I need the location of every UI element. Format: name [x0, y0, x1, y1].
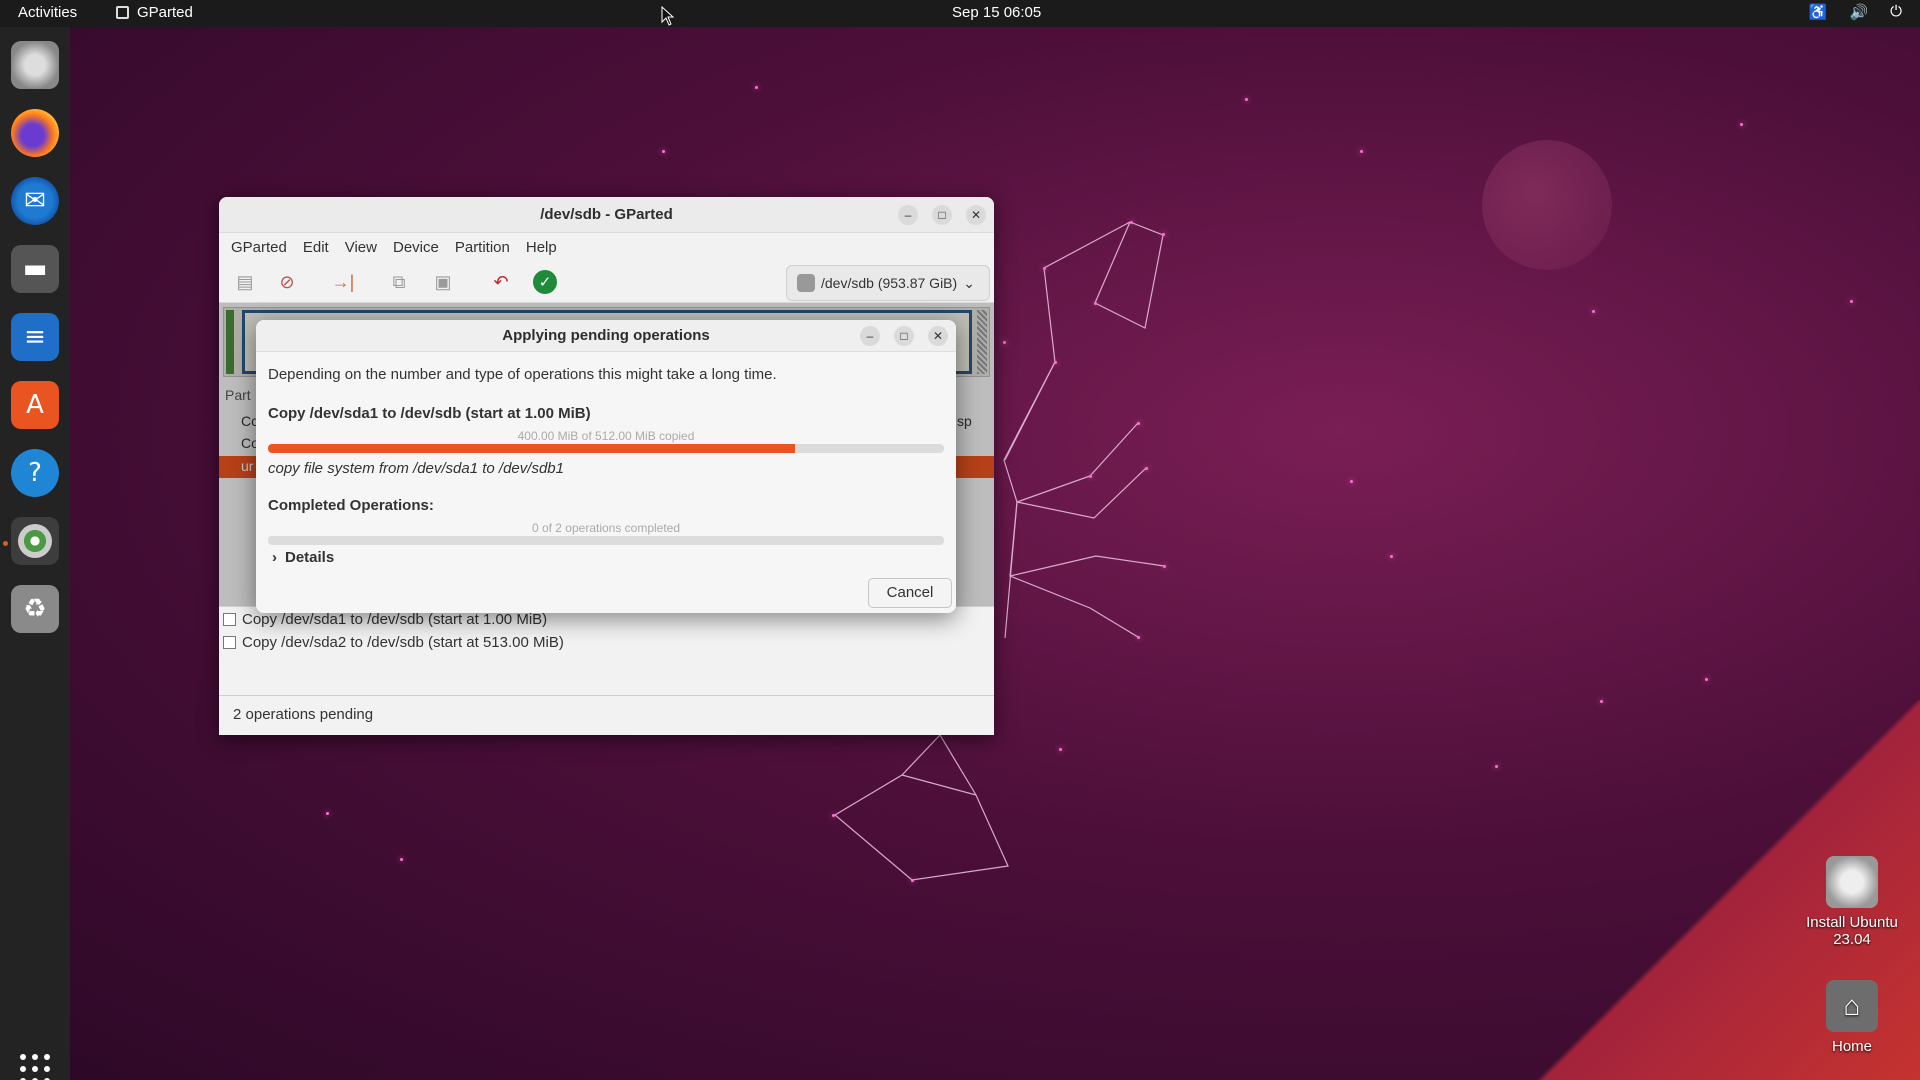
delete-icon[interactable]: ⊘ [275, 270, 299, 294]
details-label: Details [285, 549, 335, 566]
writer-icon[interactable]: ≡ [11, 313, 59, 361]
chevron-right-icon: › [272, 549, 277, 566]
menu-edit[interactable]: Edit [295, 239, 337, 256]
new-partition-icon[interactable]: ▤ [233, 270, 257, 294]
menu-view[interactable]: View [337, 239, 385, 256]
accessibility-icon[interactable]: ♿ [1809, 3, 1828, 21]
operation-progress-text: 400.00 MiB of 512.00 MiB copied [517, 429, 695, 443]
dialog-title: Applying pending operations [502, 327, 710, 344]
close-button[interactable]: ✕ [966, 205, 986, 225]
gparted-titlebar[interactable]: /dev/sdb - GParted – □ ✕ [219, 197, 994, 233]
install-ubuntu-desktop-icon[interactable]: Install Ubuntu 23.04 [1797, 856, 1907, 948]
trash-icon[interactable]: ♻ [11, 585, 59, 633]
maximize-button[interactable]: □ [932, 205, 952, 225]
operation-label: Copy /dev/sda1 to /dev/sdb (start at 1.0… [242, 611, 548, 628]
install-ubuntu-label: Install Ubuntu [1806, 914, 1898, 931]
menu-help[interactable]: Help [518, 239, 565, 256]
minimize-button[interactable]: – [898, 205, 918, 225]
paste-icon[interactable]: ▣ [431, 270, 455, 294]
menubar: GParted Edit View Device Partition Help [219, 233, 994, 261]
app-menu[interactable]: GParted [116, 4, 193, 21]
dialog-maximize-button[interactable]: □ [894, 326, 914, 346]
running-indicator [3, 541, 8, 546]
clock[interactable]: Sep 15 06:05 [952, 4, 1041, 21]
copy-operation-icon [223, 636, 236, 649]
dialog-close-button[interactable]: ✕ [928, 326, 948, 346]
dialog-titlebar[interactable]: Applying pending operations – □ ✕ [256, 320, 956, 352]
copy-icon[interactable]: ⧉ [387, 270, 411, 294]
details-expander[interactable]: › Details [272, 549, 334, 566]
app-center-icon[interactable]: A [11, 381, 59, 429]
help-icon[interactable]: ? [11, 449, 59, 497]
sub-operation: copy file system from /dev/sda1 to /dev/… [268, 460, 564, 477]
volume-icon[interactable]: 🔊 [1849, 3, 1868, 21]
pending-operations-list: Copy /dev/sda1 to /dev/sdb (start at 1.0… [219, 606, 994, 695]
apply-operations-dialog: Applying pending operations – □ ✕ Depend… [256, 320, 956, 613]
undo-icon[interactable]: ↶ [489, 270, 513, 294]
home-label: Home [1831, 1038, 1872, 1055]
copy-operation-icon [223, 613, 236, 626]
apply-icon[interactable]: ✓ [533, 270, 557, 294]
menu-device[interactable]: Device [385, 239, 447, 256]
top-bar: Activities GParted Sep 15 06:05 ♿ 🔊 ⏻ [0, 0, 1920, 27]
mouse-pointer-icon [661, 6, 675, 26]
show-apps-icon[interactable] [20, 1054, 50, 1080]
menu-partition[interactable]: Partition [447, 239, 518, 256]
dialog-minimize-button[interactable]: – [860, 326, 880, 346]
power-icon[interactable]: ⏻ [1890, 3, 1902, 21]
operation-item[interactable]: Copy /dev/sda2 to /dev/sdb (start at 513… [223, 634, 564, 651]
menu-gparted[interactable]: GParted [223, 239, 295, 256]
window-title: /dev/sdb - GParted [540, 206, 673, 223]
home-folder-icon: ⌂ [1826, 980, 1878, 1032]
gparted-dock-icon[interactable] [11, 517, 59, 565]
completed-progress-text: 0 of 2 operations completed [531, 521, 681, 535]
disk-icon [797, 274, 815, 292]
app-menu-label: GParted [137, 4, 193, 21]
operation-item[interactable]: Copy /dev/sda1 to /dev/sdb (start at 1.0… [223, 611, 547, 628]
toolbar: ▤ ⊘ →| ⧉ ▣ ↶ ✓ /dev/sdb (953.87 GiB) ⌄ [219, 261, 994, 303]
installer-icon [1826, 856, 1878, 908]
activities-button[interactable]: Activities [18, 4, 77, 21]
device-selector[interactable]: /dev/sdb (953.87 GiB) ⌄ [786, 265, 990, 301]
current-operation: Copy /dev/sda1 to /dev/sdb (start at 1.0… [268, 405, 591, 422]
resize-move-icon[interactable]: →| [331, 270, 355, 294]
operation-progress-fill [268, 444, 796, 453]
dock: ✉ ▬ ≡ A ? ♻ [0, 27, 70, 1080]
chevron-down-icon: ⌄ [963, 274, 975, 291]
system-tray[interactable]: ♿ 🔊 ⏻ [1809, 3, 1902, 21]
installer-icon[interactable] [11, 41, 59, 89]
home-desktop-icon[interactable]: ⌂ Home [1797, 980, 1907, 1055]
completed-progress-bar [268, 536, 944, 545]
install-ubuntu-version: 23.04 [1833, 931, 1871, 948]
thunderbird-icon[interactable]: ✉ [11, 177, 59, 225]
operation-label: Copy /dev/sda2 to /dev/sdb (start at 513… [242, 634, 564, 651]
dialog-intro: Depending on the number and type of oper… [268, 366, 777, 383]
firefox-icon[interactable] [11, 109, 59, 157]
operation-progress-bar [268, 444, 944, 453]
status-bar: 2 operations pending [219, 695, 994, 735]
files-icon[interactable]: ▬ [11, 245, 59, 293]
gparted-icon [116, 6, 129, 19]
device-selector-label: /dev/sdb (953.87 GiB) [821, 275, 958, 291]
cancel-button[interactable]: Cancel [868, 578, 952, 608]
completed-heading: Completed Operations: [268, 497, 434, 514]
